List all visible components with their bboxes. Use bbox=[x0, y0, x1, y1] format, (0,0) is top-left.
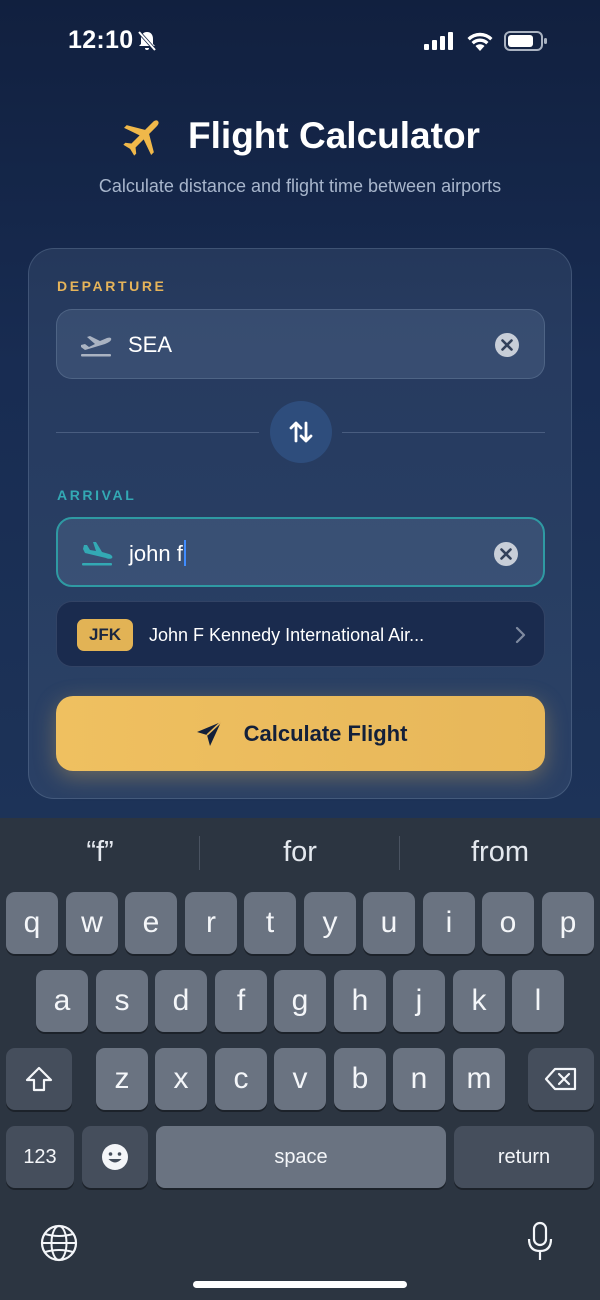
app-subtitle: Calculate distance and flight time betwe… bbox=[98, 176, 502, 196]
departure-label: DEPARTURE bbox=[57, 278, 167, 294]
key-i[interactable]: i bbox=[423, 892, 475, 954]
key-y[interactable]: y bbox=[304, 892, 356, 954]
key-j[interactable]: j bbox=[393, 970, 445, 1032]
takeoff-icon bbox=[81, 336, 112, 357]
departure-input[interactable]: SEA bbox=[128, 332, 172, 358]
departure-field[interactable]: SEA bbox=[56, 309, 545, 379]
arrival-label: ARRIVAL bbox=[57, 487, 137, 503]
key-n[interactable]: n bbox=[393, 1048, 445, 1110]
shift-key[interactable] bbox=[6, 1048, 72, 1110]
delete-key[interactable] bbox=[528, 1048, 594, 1110]
space-key[interactable]: space bbox=[156, 1126, 446, 1188]
key-o[interactable]: o bbox=[482, 892, 534, 954]
key-v[interactable]: v bbox=[274, 1048, 326, 1110]
arrival-input-text: john f bbox=[129, 541, 183, 566]
divider-line bbox=[342, 432, 545, 433]
keyboard: “f” for from q w e r t y u i o p a s d f… bbox=[0, 818, 600, 1300]
key-r[interactable]: r bbox=[185, 892, 237, 954]
home-indicator bbox=[193, 1281, 407, 1288]
emoji-icon bbox=[102, 1144, 128, 1170]
airport-suggestion[interactable]: JFK John F Kennedy International Air... bbox=[56, 601, 545, 667]
landing-icon bbox=[82, 542, 113, 566]
emoji-key[interactable] bbox=[82, 1126, 148, 1188]
key-s[interactable]: s bbox=[96, 970, 148, 1032]
chevron-right-icon bbox=[515, 626, 526, 644]
prediction-3[interactable]: from bbox=[400, 836, 600, 869]
header: Flight Calculator Calculate distance and… bbox=[0, 108, 600, 197]
signal-icon bbox=[424, 32, 453, 50]
key-z[interactable]: z bbox=[96, 1048, 148, 1110]
key-x[interactable]: x bbox=[155, 1048, 207, 1110]
swap-arrows-icon bbox=[289, 421, 313, 443]
key-u[interactable]: u bbox=[363, 892, 415, 954]
key-t[interactable]: t bbox=[244, 892, 296, 954]
microphone-icon[interactable] bbox=[526, 1221, 554, 1263]
wifi-icon bbox=[467, 32, 493, 51]
numbers-key[interactable]: 123 bbox=[6, 1126, 74, 1188]
key-q[interactable]: q bbox=[6, 892, 58, 954]
flight-form-card: DEPARTURE SEA ARRIVAL john f JFK John F … bbox=[28, 248, 572, 799]
prediction-bar: “f” for from bbox=[0, 818, 600, 888]
key-g[interactable]: g bbox=[274, 970, 326, 1032]
arrival-field[interactable]: john f bbox=[56, 517, 545, 587]
key-d[interactable]: d bbox=[155, 970, 207, 1032]
calculate-flight-label: Calculate Flight bbox=[243, 720, 408, 746]
key-h[interactable]: h bbox=[334, 970, 386, 1032]
airplane-logo-icon bbox=[123, 120, 159, 156]
airport-code-badge: JFK bbox=[77, 619, 133, 651]
clear-arrival-icon[interactable] bbox=[493, 541, 519, 567]
backspace-icon bbox=[544, 1067, 577, 1091]
airport-name: John F Kennedy International Air... bbox=[149, 625, 425, 645]
calculate-flight-button[interactable]: Calculate Flight bbox=[56, 696, 545, 771]
key-b[interactable]: b bbox=[334, 1048, 386, 1110]
key-l[interactable]: l bbox=[512, 970, 564, 1032]
swap-airports-button[interactable] bbox=[270, 401, 332, 463]
app-title: Flight Calculator bbox=[188, 115, 480, 156]
battery-icon bbox=[504, 31, 547, 51]
arrival-input[interactable]: john f bbox=[129, 540, 186, 567]
return-key[interactable]: return bbox=[454, 1126, 594, 1188]
status-time: 12:10 bbox=[68, 26, 134, 54]
key-a[interactable]: a bbox=[36, 970, 88, 1032]
prediction-1[interactable]: “f” bbox=[0, 836, 200, 869]
text-caret bbox=[183, 540, 186, 566]
status-bar: 12:10 bbox=[0, 0, 600, 80]
key-e[interactable]: e bbox=[125, 892, 177, 954]
clear-departure-icon[interactable] bbox=[494, 332, 520, 358]
key-m[interactable]: m bbox=[453, 1048, 505, 1110]
key-w[interactable]: w bbox=[66, 892, 118, 954]
shift-icon bbox=[25, 1066, 53, 1092]
bell-muted-icon bbox=[137, 30, 157, 52]
key-f[interactable]: f bbox=[215, 970, 267, 1032]
swap-row bbox=[56, 401, 545, 463]
key-c[interactable]: c bbox=[215, 1048, 267, 1110]
key-p[interactable]: p bbox=[542, 892, 594, 954]
prediction-2[interactable]: for bbox=[200, 836, 400, 869]
send-icon bbox=[196, 720, 222, 746]
globe-icon[interactable] bbox=[40, 1224, 78, 1262]
divider-line bbox=[56, 432, 259, 433]
key-k[interactable]: k bbox=[453, 970, 505, 1032]
